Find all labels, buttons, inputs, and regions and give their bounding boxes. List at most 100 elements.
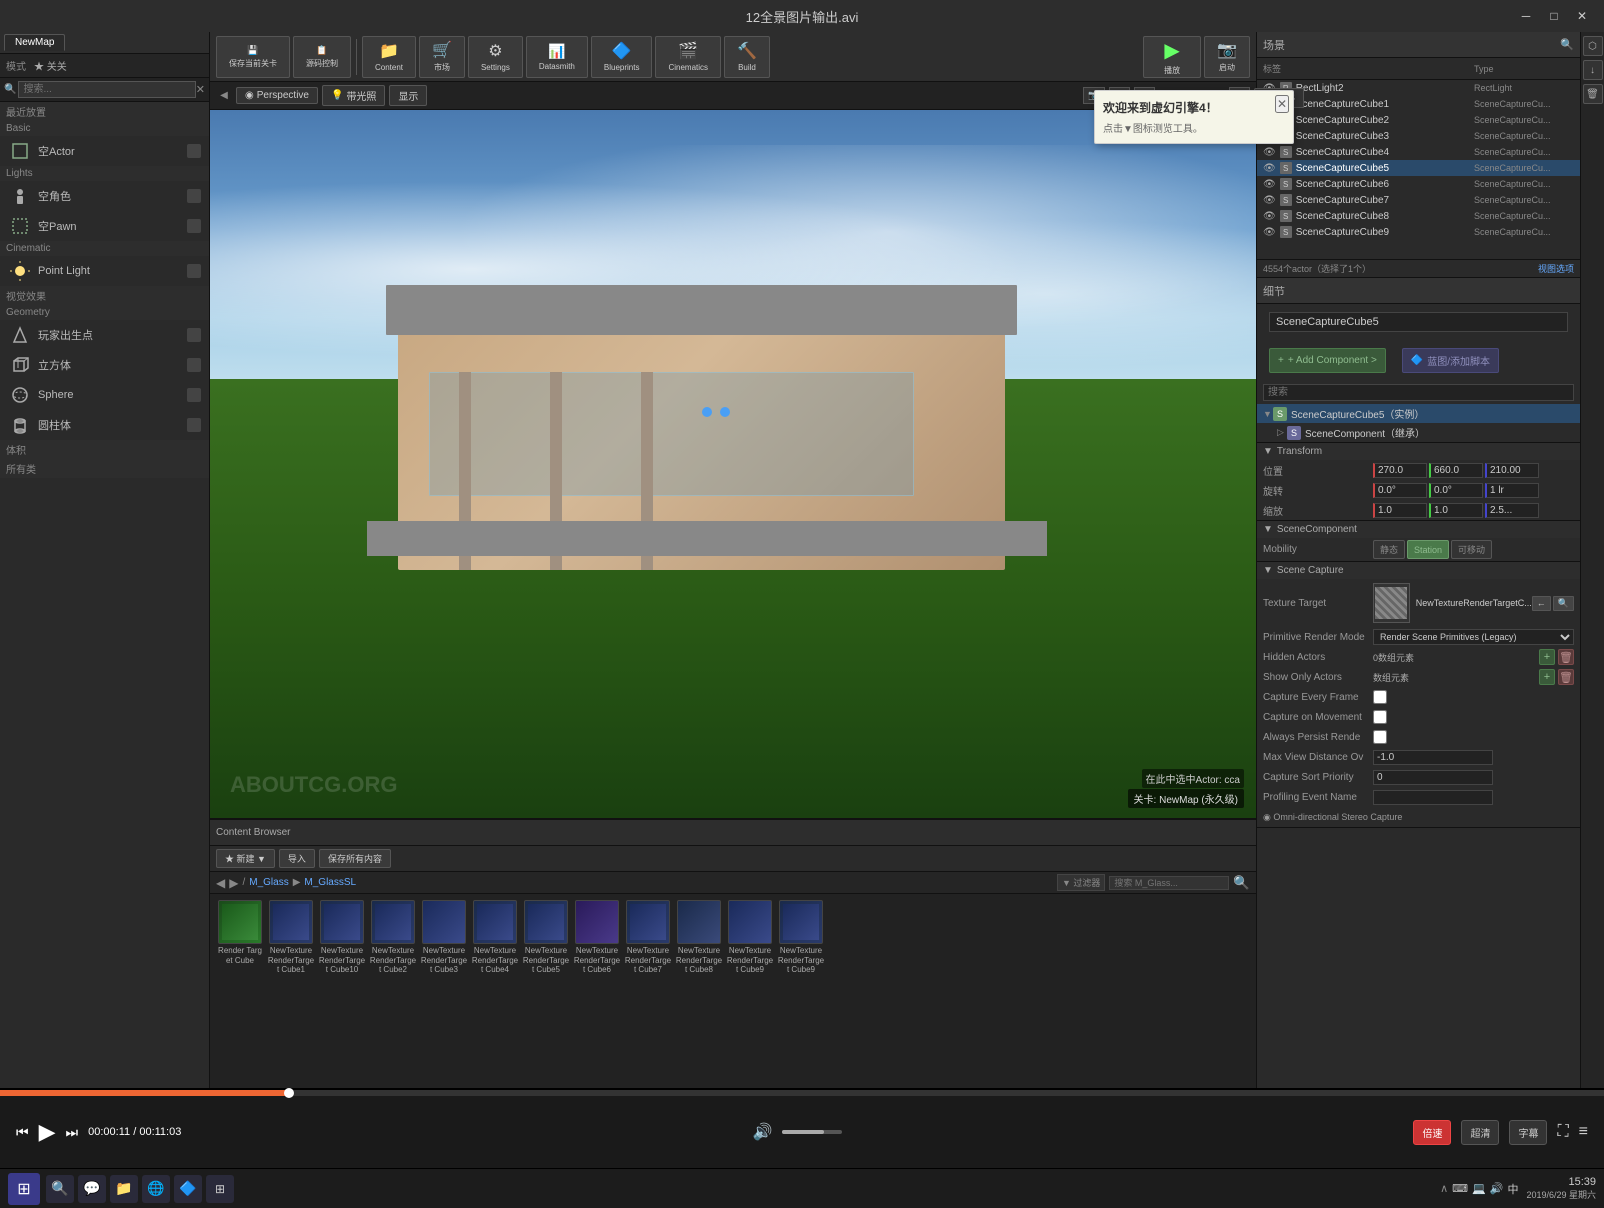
tab-newmap[interactable]: NewMap: [4, 34, 65, 51]
download-icon[interactable]: ↓: [1583, 60, 1603, 80]
asset-tex-9b[interactable]: NewTexture RenderTarget Cube9: [777, 900, 825, 1082]
cb-fwd-btn[interactable]: ▶: [229, 876, 238, 890]
tex-use-btn[interactable]: ←: [1532, 596, 1551, 611]
source-control-button[interactable]: 📋 源码控制: [293, 36, 351, 78]
rotation-z-input[interactable]: [1485, 483, 1539, 498]
viewport-collapse-icon[interactable]: ◀: [216, 88, 232, 104]
asset-tex-9a[interactable]: NewTexture RenderTarget Cube9: [726, 900, 774, 1082]
asset-tex-1[interactable]: NewTexture RenderTarget Cube1: [267, 900, 315, 1082]
tray-expand-btn[interactable]: ∧: [1440, 1182, 1448, 1195]
location-x-input[interactable]: [1373, 463, 1427, 478]
scale-y-input[interactable]: [1429, 503, 1483, 518]
video-progress-bar[interactable]: [0, 1090, 1604, 1096]
save-all-button[interactable]: 保存所有内容: [319, 849, 391, 868]
outliner-item-scc6[interactable]: 👁 S SceneCaptureCube6 SceneCaptureCu...: [1257, 176, 1580, 192]
start-button[interactable]: ⊞: [8, 1173, 40, 1205]
show-add-btn[interactable]: +: [1539, 669, 1555, 685]
cb-back-btn[interactable]: ◀: [216, 876, 225, 890]
prim-mode-select[interactable]: Render Scene Primitives (Legacy): [1373, 629, 1574, 645]
menu-btn[interactable]: ≡: [1579, 1123, 1588, 1141]
details-search-input[interactable]: [1263, 384, 1574, 401]
trash-icon[interactable]: 🗑: [1583, 84, 1603, 104]
outliner-search-icon[interactable]: 🔍: [1560, 38, 1574, 51]
component-name-input[interactable]: [1269, 312, 1568, 332]
maximize-button[interactable]: □: [1540, 5, 1568, 27]
outliner-item-scc2[interactable]: 👁 S SceneCaptureCube2 SceneCaptureCu...: [1257, 112, 1580, 128]
asset-tex-10[interactable]: NewTexture RenderTarget Cube10: [318, 900, 366, 1082]
outliner-item-scc4[interactable]: 👁 S SceneCaptureCube4 SceneCaptureCu...: [1257, 144, 1580, 160]
perspective-button[interactable]: ◉ Perspective: [236, 87, 318, 104]
volume-icon[interactable]: 🔊: [752, 1122, 772, 1142]
profiling-input[interactable]: [1373, 790, 1493, 805]
item-spawn-point[interactable]: 玩家出生点: [0, 320, 209, 350]
component-tree-child[interactable]: ▷ S SceneComponent（继承）: [1257, 423, 1580, 442]
view-options-btn[interactable]: 视图选项: [1538, 262, 1574, 275]
rotation-y-input[interactable]: [1429, 483, 1483, 498]
outliner-item-rectlight[interactable]: 👁 R RectLight2 RectLight: [1257, 80, 1580, 96]
speed-btn[interactable]: 倍速: [1413, 1120, 1451, 1145]
show-remove-btn[interactable]: 🗑: [1558, 669, 1574, 685]
search-clear-icon[interactable]: ✕: [196, 83, 205, 96]
show-button[interactable]: 显示: [389, 85, 427, 106]
component-tree-root[interactable]: ▼ S SceneCaptureCube5（实例）: [1257, 404, 1580, 423]
content-button[interactable]: 📁 Content: [362, 36, 416, 78]
video-progress-handle[interactable]: [284, 1088, 294, 1098]
close-button[interactable]: ✕: [1568, 5, 1596, 27]
tex-browse-btn[interactable]: 🔍: [1553, 596, 1574, 611]
asset-render-cube[interactable]: Render Target Cube: [216, 900, 264, 1082]
item-empty-pawn[interactable]: 空Pawn: [0, 211, 209, 241]
lighting-button[interactable]: 💡 带光照: [322, 85, 385, 106]
play-button[interactable]: ▶ 播放: [1143, 36, 1201, 78]
welcome-close-btn[interactable]: ✕: [1275, 95, 1289, 113]
location-z-input[interactable]: [1485, 463, 1539, 478]
volume-bar[interactable]: [782, 1130, 842, 1134]
outliner-item-scc5[interactable]: 👁 S SceneCaptureCube5 SceneCaptureCu...: [1257, 160, 1580, 176]
movable-btn[interactable]: 可移动: [1451, 540, 1492, 559]
item-cylinder[interactable]: 圆柱体: [0, 410, 209, 440]
save-map-button[interactable]: 💾 保存当前关卡: [216, 36, 290, 78]
hidden-remove-btn[interactable]: 🗑: [1558, 649, 1574, 665]
video-next-btn[interactable]: ⏭: [66, 1124, 79, 1141]
always-persist-checkbox[interactable]: [1373, 730, 1387, 744]
import-button[interactable]: 导入: [279, 849, 315, 868]
cb-path-mglassl[interactable]: M_GlassSL: [304, 877, 356, 888]
scene-component-header[interactable]: ▼ SceneComponent: [1257, 521, 1580, 538]
item-point-light[interactable]: Point Light: [0, 256, 209, 286]
capture-frame-checkbox[interactable]: [1373, 690, 1387, 704]
build-button[interactable]: 🔨 Build: [724, 36, 770, 78]
asset-tex-4[interactable]: NewTexture RenderTarget Cube4: [471, 900, 519, 1082]
outliner-item-scc7[interactable]: 👁 S SceneCaptureCube7 SceneCaptureCu...: [1257, 192, 1580, 208]
scale-x-input[interactable]: [1373, 503, 1427, 518]
transform-section-header[interactable]: ▼ Transform: [1257, 443, 1580, 460]
video-prev-btn[interactable]: ⏮: [16, 1124, 29, 1141]
outliner-item-scc9[interactable]: 👁 S SceneCaptureCube9 SceneCaptureCu...: [1257, 224, 1580, 240]
sort-priority-input[interactable]: [1373, 770, 1493, 785]
outliner-item-scc8[interactable]: 👁 S SceneCaptureCube8 SceneCaptureCu...: [1257, 208, 1580, 224]
outliner-item-scc3[interactable]: 👁 S SceneCaptureCube3 SceneCaptureCu...: [1257, 128, 1580, 144]
video-play-btn[interactable]: ▶: [39, 1119, 56, 1145]
quality-btn[interactable]: 超清: [1461, 1120, 1499, 1145]
outliner-item-scc1[interactable]: 👁 S SceneCaptureCube1 SceneCaptureCu...: [1257, 96, 1580, 112]
blueprint-button[interactable]: 🔷 蓝图/添加脚本: [1402, 348, 1499, 373]
scene-capture-header[interactable]: ▼ Scene Capture: [1257, 562, 1580, 579]
scale-z-input[interactable]: [1485, 503, 1539, 518]
fullscreen-btn[interactable]: ⛶: [1557, 1123, 1568, 1141]
asset-tex-7[interactable]: NewTexture RenderTarget Cube7: [624, 900, 672, 1082]
capture-move-checkbox[interactable]: [1373, 710, 1387, 724]
settings-button[interactable]: ⚙ Settings: [468, 36, 523, 78]
asset-tex-5[interactable]: NewTexture RenderTarget Cube5: [522, 900, 570, 1082]
static-btn[interactable]: 静态: [1373, 540, 1405, 559]
item-sphere[interactable]: Sphere: [0, 380, 209, 410]
subtitle-btn[interactable]: 字幕: [1509, 1120, 1547, 1145]
minimize-button[interactable]: ─: [1512, 5, 1540, 27]
asset-tex-2[interactable]: NewTexture RenderTarget Cube2: [369, 900, 417, 1082]
cb-path-mglass[interactable]: M_Glass: [249, 877, 288, 888]
taskbar-chat-icon[interactable]: 💬: [78, 1175, 106, 1203]
taskbar-ue4-icon[interactable]: 🔷: [174, 1175, 202, 1203]
item-empty-char[interactable]: 空角色: [0, 181, 209, 211]
taskbar-folder-icon[interactable]: 📁: [110, 1175, 138, 1203]
item-cube[interactable]: 立方体: [0, 350, 209, 380]
asset-tex-3[interactable]: NewTexture RenderTarget Cube3: [420, 900, 468, 1082]
taskbar-media-icon[interactable]: ⊞: [206, 1175, 234, 1203]
launch-button[interactable]: 📷 启动: [1204, 36, 1250, 78]
